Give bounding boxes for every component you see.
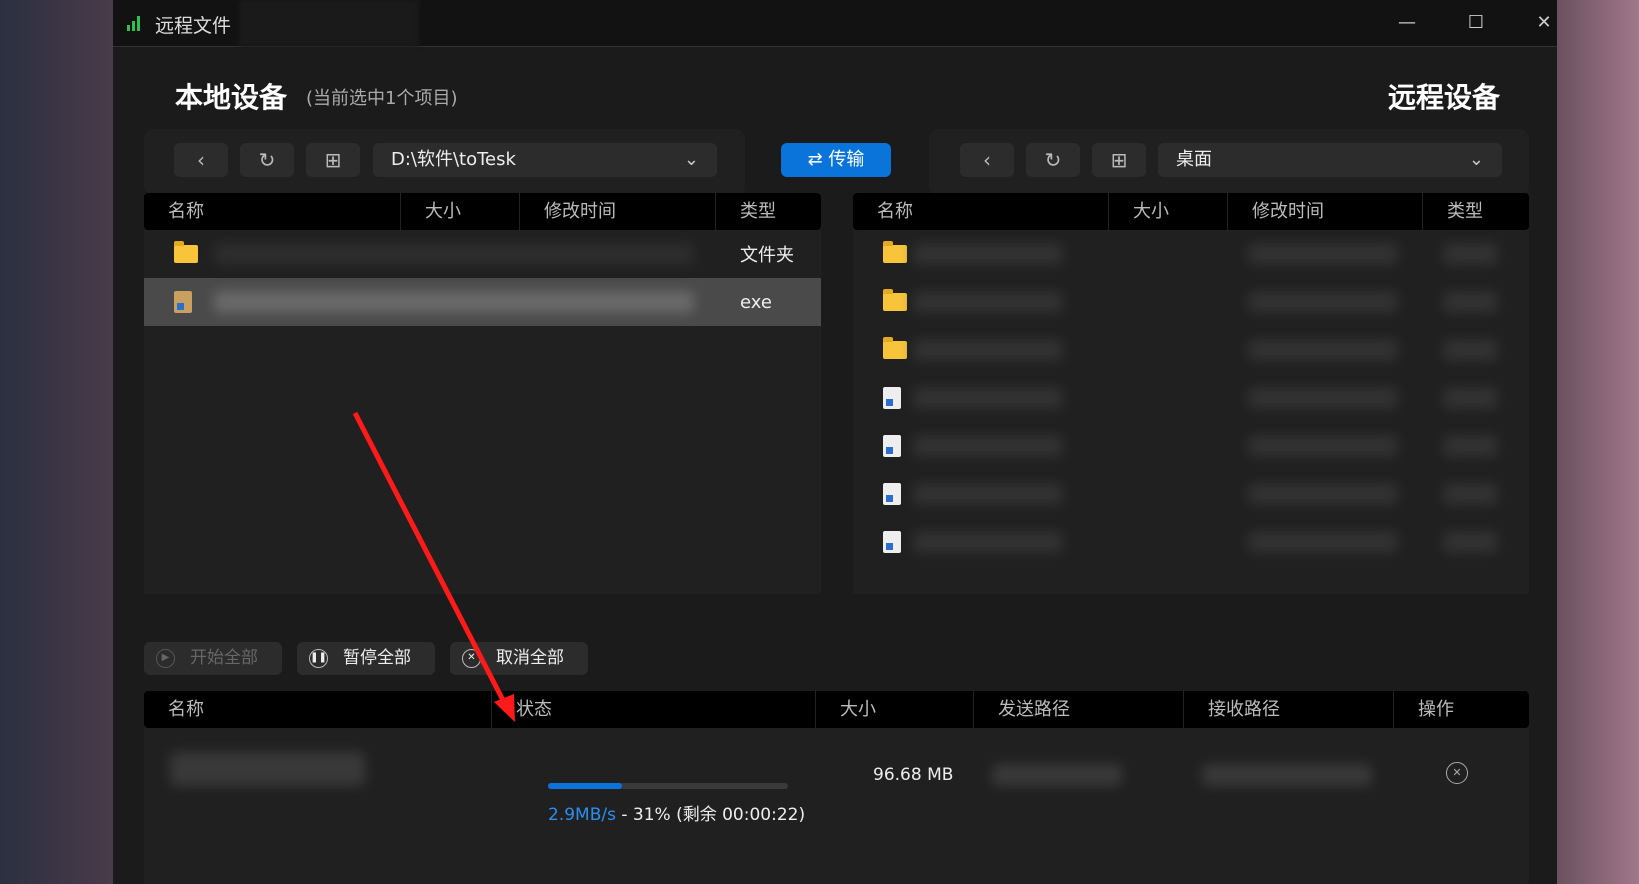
annotation-arrow [352,411,515,722]
